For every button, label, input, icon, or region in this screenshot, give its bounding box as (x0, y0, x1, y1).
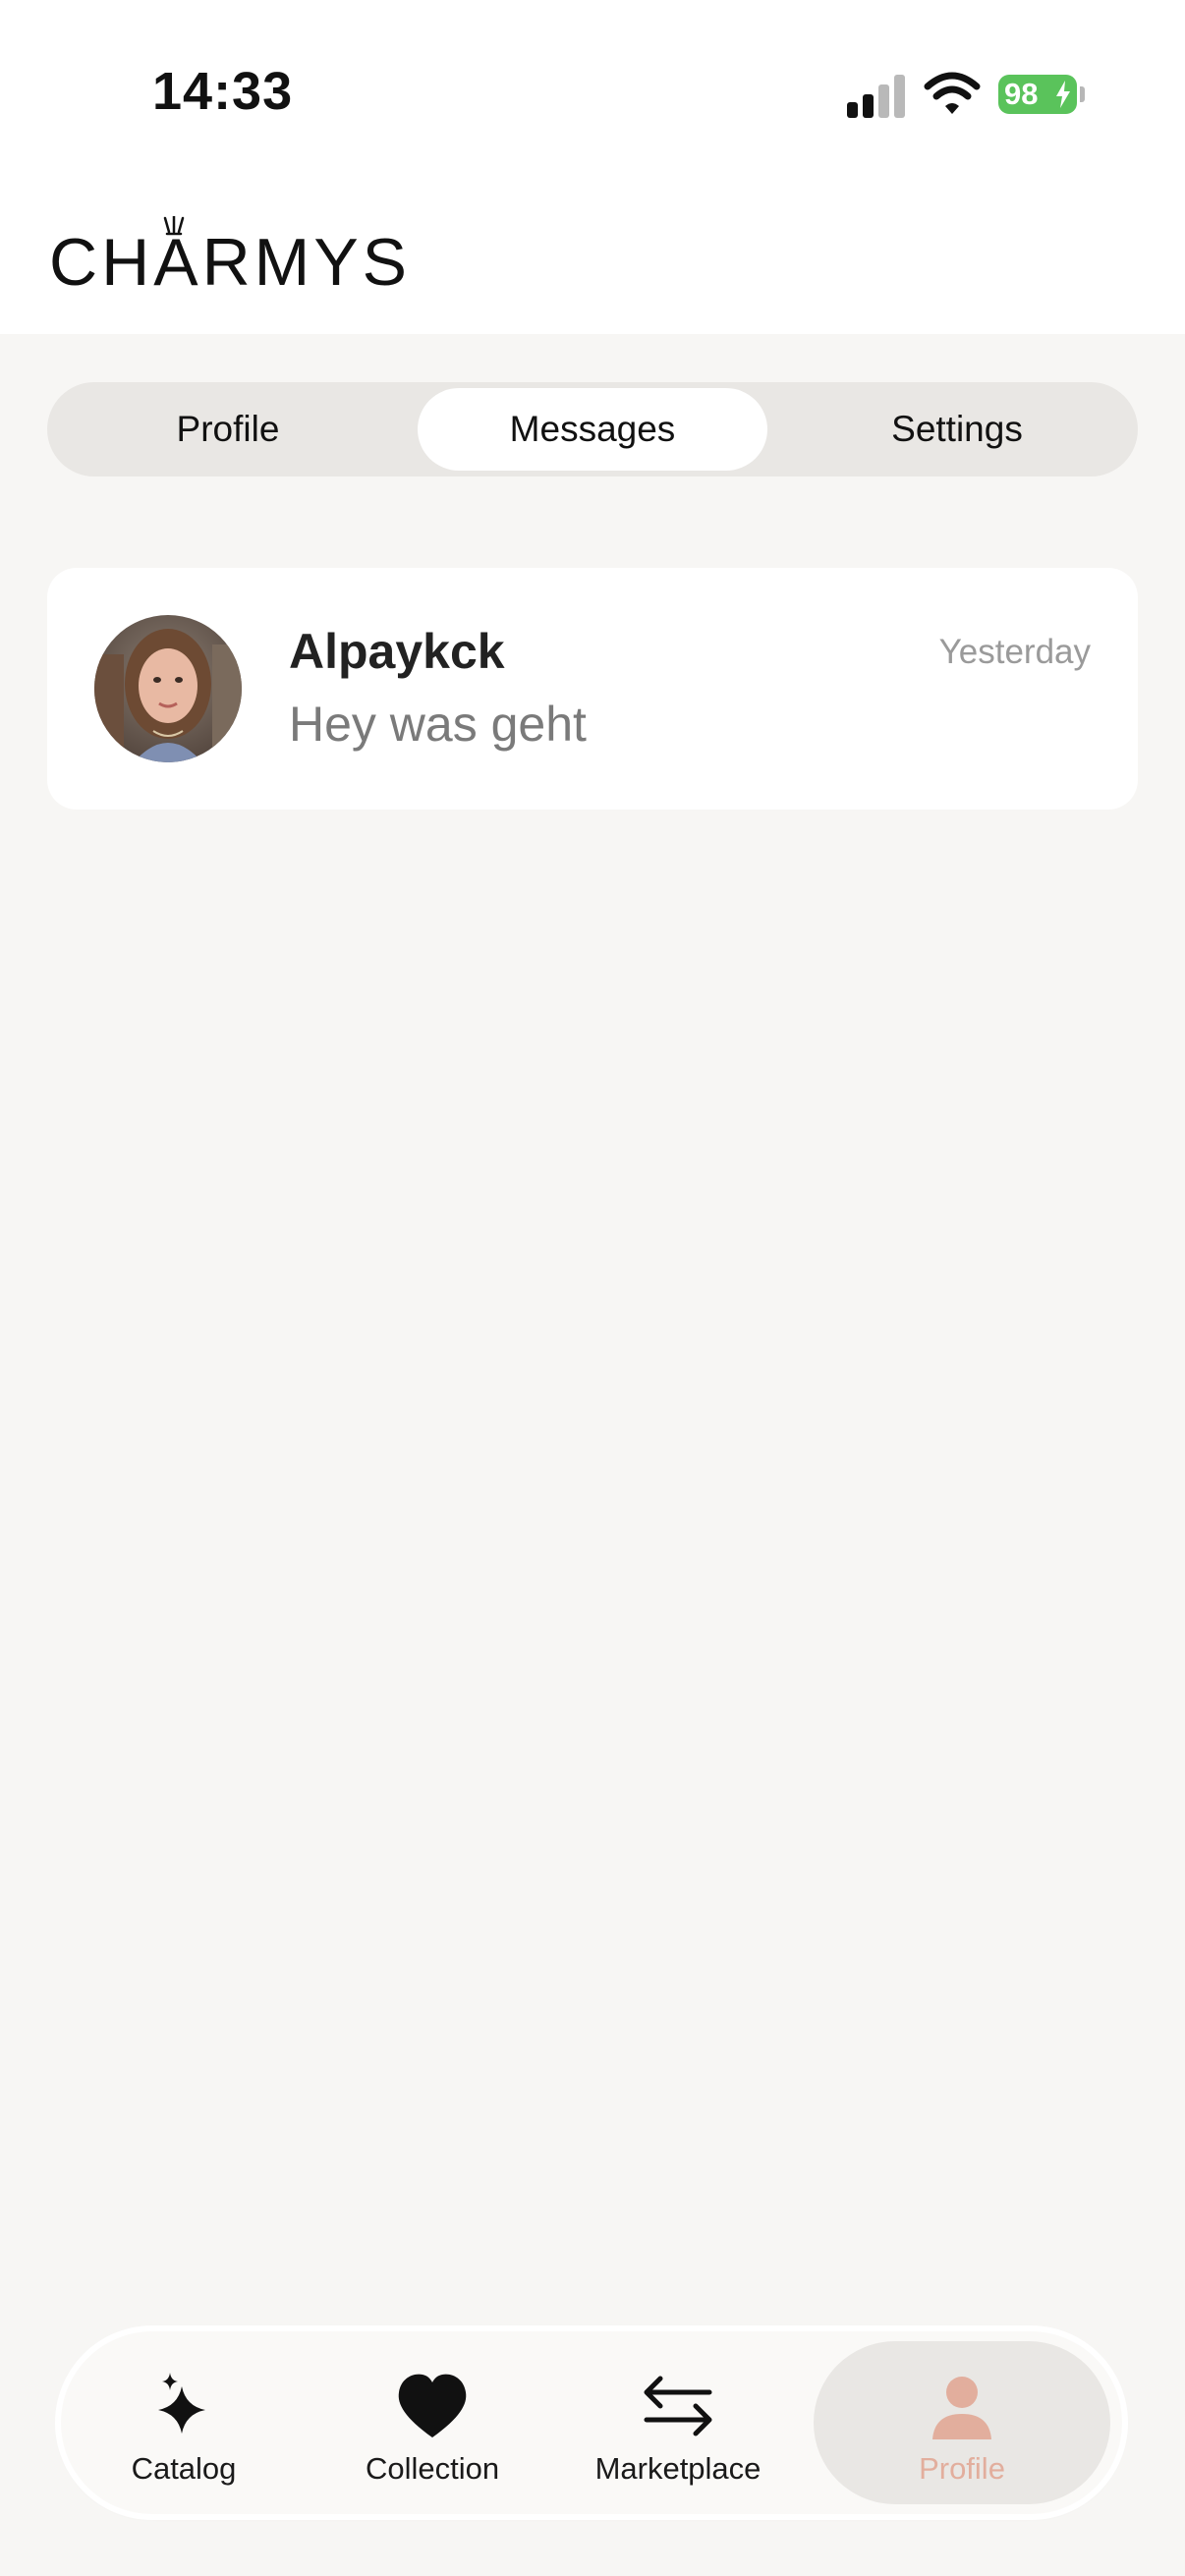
wifi-icon (924, 72, 981, 114)
nav-profile[interactable]: Profile (814, 2341, 1110, 2504)
status-time: 14:33 (152, 62, 294, 121)
nav-catalog[interactable]: Catalog (61, 2341, 307, 2504)
tab-profile-label: Profile (176, 409, 280, 449)
nav-collection[interactable]: Collection (310, 2341, 555, 2504)
message-timestamp: Yesterday (938, 633, 1091, 671)
message-list-item[interactable]: Alpaykck Hey was geht Yesterday (47, 568, 1138, 810)
battery-level: 98 (1004, 77, 1039, 111)
app-logo: CHARMYS (49, 225, 412, 300)
tab-profile[interactable]: Profile (53, 388, 403, 471)
sparkle-icon (158, 2373, 205, 2434)
nav-marketplace-label: Marketplace (594, 2451, 762, 2486)
swap-arrows-icon (644, 2376, 712, 2436)
top-header-area: 14:33 98 CHARMYS (0, 0, 1185, 334)
nav-marketplace[interactable]: Marketplace (555, 2341, 801, 2504)
nav-catalog-label: Catalog (131, 2451, 237, 2486)
heart-icon (398, 2374, 467, 2437)
nav-collection-label: Collection (365, 2451, 500, 2486)
cellular-signal-icon (847, 69, 906, 118)
segmented-tabs: Profile Messages Settings (47, 382, 1138, 476)
message-sender-name: Alpaykck (289, 624, 505, 679)
message-preview: Hey was geht (289, 697, 587, 752)
nav-profile-label: Profile (919, 2451, 1005, 2486)
battery-tip (1080, 86, 1085, 102)
tab-settings[interactable]: Settings (782, 388, 1132, 471)
status-icons: 98 (847, 69, 1085, 124)
bottom-navigation: Catalog Collection Marketplace Profile (61, 2331, 1122, 2514)
logo-crown-icon (163, 216, 185, 236)
tab-messages[interactable]: Messages (418, 388, 767, 471)
tab-settings-label: Settings (891, 409, 1023, 449)
user-avatar (94, 615, 242, 762)
tab-messages-label: Messages (509, 409, 676, 449)
battery-indicator: 98 (998, 75, 1077, 114)
person-icon (932, 2377, 991, 2439)
charging-bolt-icon (1056, 81, 1070, 108)
